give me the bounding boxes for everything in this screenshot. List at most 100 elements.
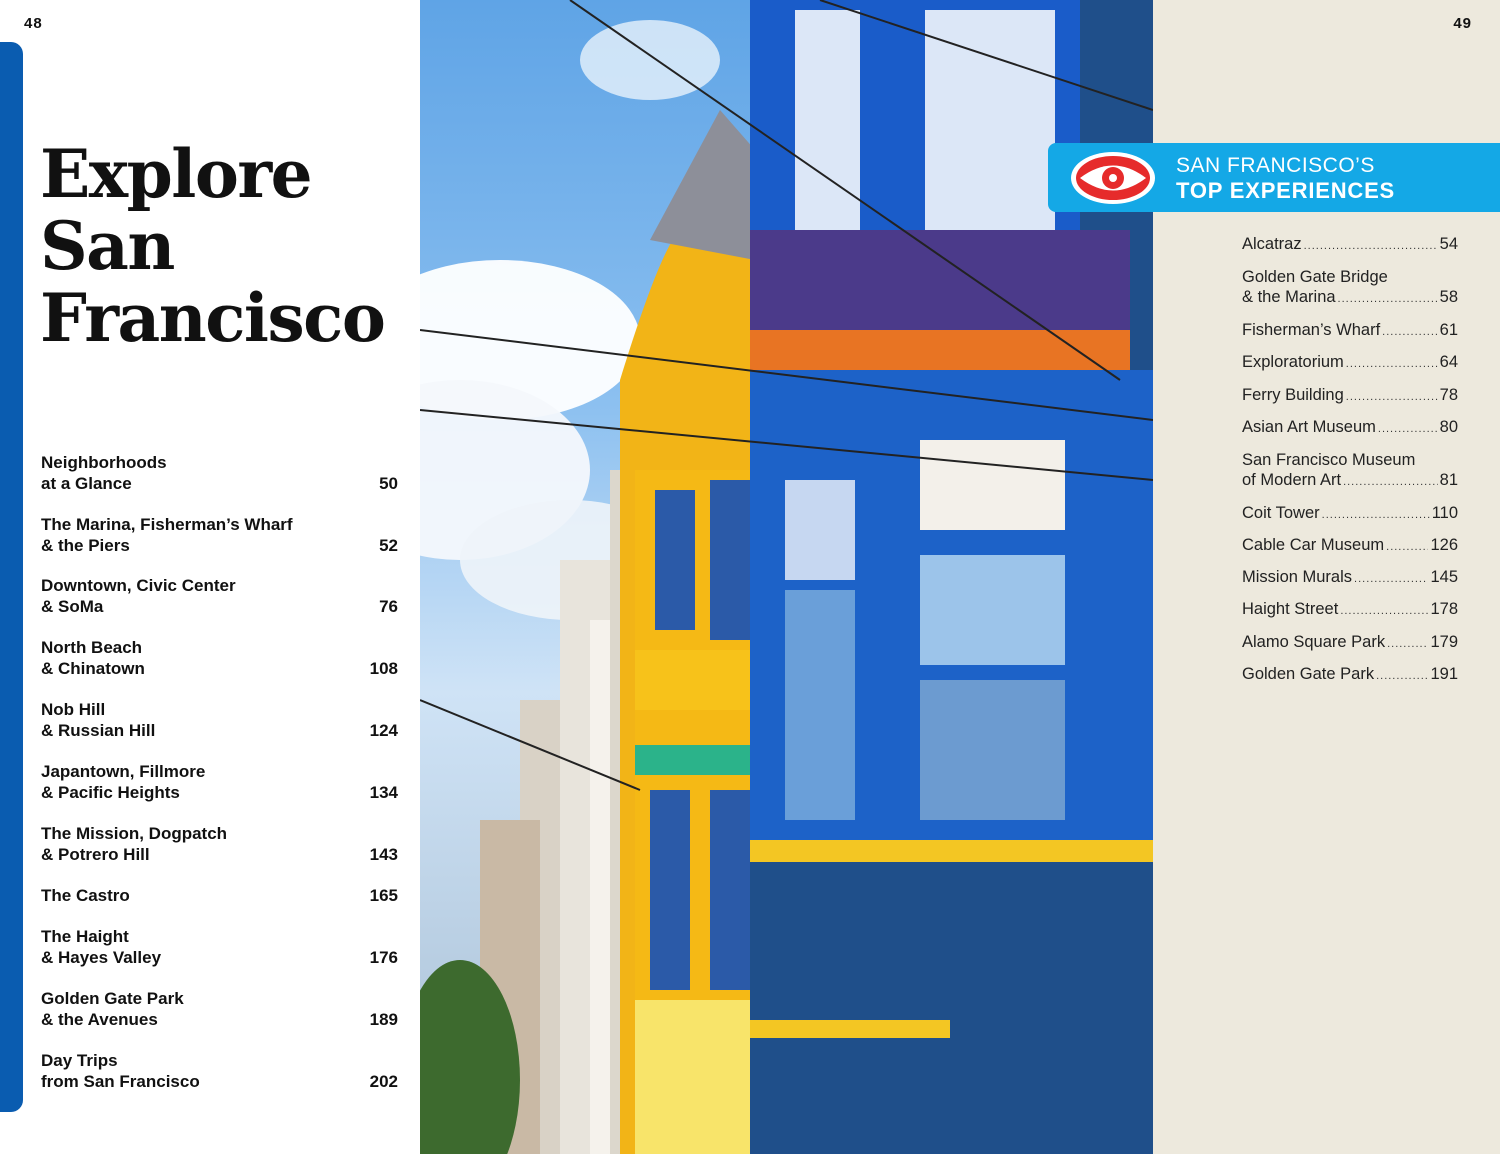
toc-item-page: 189 — [369, 1010, 398, 1029]
top-experience-page: 61 — [1439, 321, 1458, 339]
toc-item-name: North Beach & Chinatown — [41, 637, 341, 679]
toc-item[interactable]: North Beach & Chinatown 108 — [41, 637, 398, 679]
toc-item-line-2: at a Glance — [41, 474, 132, 493]
dot-leader — [1343, 472, 1438, 492]
toc-item[interactable]: Japantown, Fillmore & Pacific Heights 134 — [41, 761, 398, 803]
toc-item-line-2: & Chinatown — [41, 659, 145, 678]
top-experience-page: 81 — [1439, 471, 1458, 489]
top-experience-item[interactable]: Cable Car Museum 126 — [1242, 535, 1458, 557]
top-experience-name: Alcatraz — [1242, 235, 1302, 253]
left-page: 48 Explore San Francisco Neighborhoods at… — [0, 0, 420, 1154]
toc-item-page: 134 — [369, 783, 398, 802]
toc-item-page: 76 — [379, 597, 398, 616]
top-experience-name: Haight Street — [1242, 600, 1339, 618]
toc-item-line-2: & Potrero Hill — [41, 845, 150, 864]
toc-item[interactable]: Day Trips from San Francisco 202 — [41, 1050, 398, 1092]
toc-item-page: 143 — [369, 845, 398, 864]
top-experience-name: Mission Murals — [1242, 568, 1353, 586]
top-experience-item[interactable]: Golden Gate Bridge & the Marina 58 — [1242, 267, 1458, 309]
top-experience-item[interactable]: Exploratorium 64 — [1242, 352, 1458, 374]
top-experience-item[interactable]: Mission Murals 145 — [1242, 567, 1458, 589]
dot-leader — [1378, 419, 1438, 439]
top-experience-page: 145 — [1430, 568, 1458, 586]
dot-leader — [1376, 666, 1428, 686]
toc-item-line-1: The Haight — [41, 927, 129, 946]
top-experience-item[interactable]: Alamo Square Park 179 — [1242, 632, 1458, 654]
toc-item-name: The Marina, Fisherman’s Wharf & the Piers — [41, 514, 341, 556]
toc-item-line-2: & Hayes Valley — [41, 948, 162, 967]
top-experience-page: 64 — [1439, 353, 1458, 371]
top-experience-row: Fisherman’s Wharf 61 — [1242, 320, 1458, 342]
top-experience-row: of Modern Art 81 — [1242, 470, 1458, 492]
toc-item-page: 176 — [369, 948, 398, 967]
toc-item-line-1: Downtown, Civic Center — [41, 576, 236, 595]
title-line-1: Explore — [40, 135, 313, 213]
top-experience-row: Mission Murals 145 — [1242, 567, 1458, 589]
top-experience-name: Asian Art Museum — [1242, 418, 1376, 436]
top-experience-name: & the Marina — [1242, 288, 1336, 306]
toc-item-line-2: & the Piers — [41, 536, 130, 555]
toc-item-line-1: The Castro — [41, 886, 130, 905]
top-experience-row: Ferry Building 78 — [1242, 385, 1458, 407]
top-experience-name: Alamo Square Park — [1242, 633, 1386, 651]
toc-item[interactable]: The Haight & Hayes Valley 176 — [41, 926, 398, 968]
top-experience-row: Alamo Square Park 179 — [1242, 632, 1458, 654]
toc-item-name: Golden Gate Park & the Avenues — [41, 988, 341, 1030]
top-experience-item[interactable]: Alcatraz 54 — [1242, 234, 1458, 256]
top-experience-item[interactable]: Fisherman’s Wharf 61 — [1242, 320, 1458, 342]
top-experience-page: 178 — [1430, 600, 1458, 618]
top-experience-item[interactable]: Ferry Building 78 — [1242, 385, 1458, 407]
dot-leader — [1387, 634, 1428, 654]
toc-item-line-1: Golden Gate Park — [41, 989, 184, 1008]
toc-item-line-1: North Beach — [41, 638, 143, 657]
dot-leader — [1340, 601, 1428, 621]
dot-leader — [1304, 236, 1438, 256]
toc-item-name: Neighborhoods at a Glance — [41, 452, 341, 494]
top-experience-page: 54 — [1439, 235, 1458, 253]
top-experience-item[interactable]: Asian Art Museum 80 — [1242, 417, 1458, 439]
toc-item[interactable]: Golden Gate Park & the Avenues 189 — [41, 988, 398, 1030]
toc-item-line-2: & SoMa — [41, 597, 104, 616]
toc-item[interactable]: The Castro 165 — [41, 885, 398, 906]
top-experience-row: & the Marina 58 — [1242, 287, 1458, 309]
top-experience-name: Cable Car Museum — [1242, 536, 1385, 554]
top-experience-row: Asian Art Museum 80 — [1242, 417, 1458, 439]
dot-leader — [1322, 505, 1430, 525]
top-experience-name: Golden Gate Park — [1242, 665, 1375, 683]
toc-item-line-1: Day Trips — [41, 1051, 118, 1070]
top-experience-row: Haight Street 178 — [1242, 599, 1458, 621]
toc-item-name: The Castro — [41, 885, 341, 906]
page-number-left: 48 — [24, 15, 43, 32]
toc-item-line-2: & the Avenues — [41, 1010, 158, 1029]
dot-leader — [1386, 537, 1428, 557]
toc-item-line-2: & Russian Hill — [41, 721, 156, 740]
toc-item-name: Japantown, Fillmore & Pacific Heights — [41, 761, 341, 803]
top-experience-row: Coit Tower 110 — [1242, 503, 1458, 525]
toc-item[interactable]: Neighborhoods at a Glance 50 — [41, 452, 398, 494]
dot-leader — [1338, 289, 1438, 309]
top-experience-line-1: Golden Gate Bridge — [1242, 268, 1388, 286]
toc-item[interactable]: Downtown, Civic Center & SoMa 76 — [41, 575, 398, 617]
toc-item-name: Nob Hill & Russian Hill — [41, 699, 341, 741]
dot-leader — [1346, 354, 1438, 374]
top-experience-page: 191 — [1430, 665, 1458, 683]
top-experience-item[interactable]: San Francisco Museum of Modern Art 81 — [1242, 450, 1458, 492]
toc-item-name: Downtown, Civic Center & SoMa — [41, 575, 341, 617]
toc-item[interactable]: Nob Hill & Russian Hill 124 — [41, 699, 398, 741]
top-experience-row: Exploratorium 64 — [1242, 352, 1458, 374]
toc-item-line-2: & Pacific Heights — [41, 783, 180, 802]
top-experience-item[interactable]: Haight Street 178 — [1242, 599, 1458, 621]
toc-item-line-1: Nob Hill — [41, 700, 106, 719]
toc-item[interactable]: The Marina, Fisherman’s Wharf & the Piers… — [41, 514, 398, 556]
top-experience-page: 80 — [1439, 418, 1458, 436]
toc-item-page: 52 — [379, 536, 398, 555]
dot-leader — [1354, 569, 1428, 589]
top-experience-item[interactable]: Coit Tower 110 — [1242, 503, 1458, 525]
page-number-right: 49 — [1453, 15, 1472, 32]
toc-item-page: 124 — [369, 721, 398, 740]
toc-item-name: The Mission, Dogpatch & Potrero Hill — [41, 823, 341, 865]
top-experience-item[interactable]: Golden Gate Park 191 — [1242, 664, 1458, 686]
top-experience-name: Coit Tower — [1242, 504, 1320, 522]
toc-item[interactable]: The Mission, Dogpatch & Potrero Hill 143 — [41, 823, 398, 865]
toc-item-line-1: The Mission, Dogpatch — [41, 824, 228, 843]
